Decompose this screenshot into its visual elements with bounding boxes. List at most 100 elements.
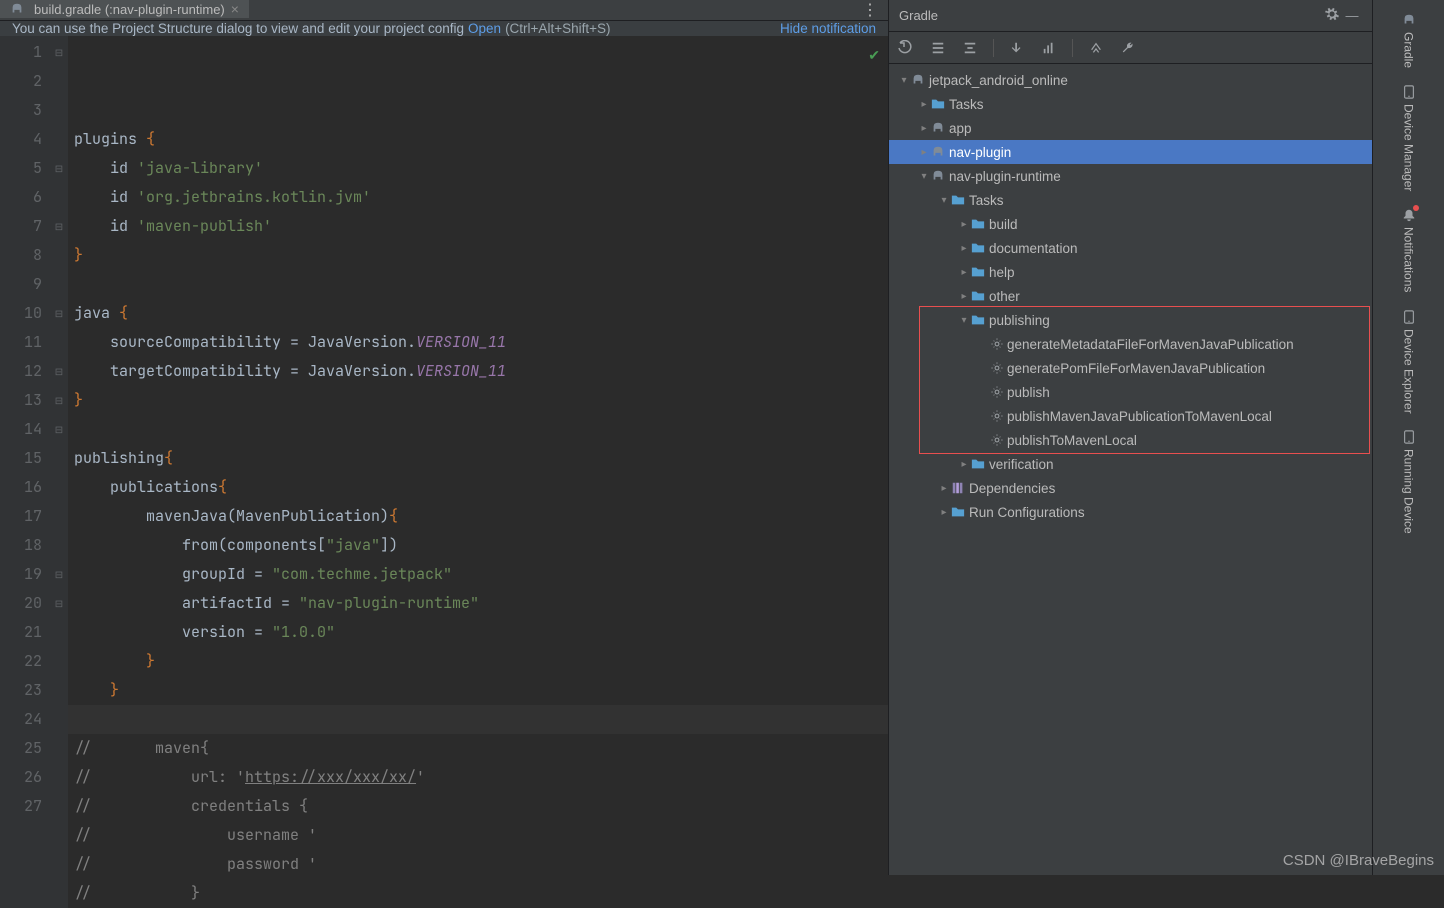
code-line[interactable]: sourceCompatibility = JavaVersion.VERSIO…: [74, 328, 888, 357]
gradle-tree-node[interactable]: ▸Dependencies: [889, 476, 1372, 500]
code-line[interactable]: // username ': [74, 821, 888, 850]
download-sources-icon[interactable]: [1008, 39, 1026, 57]
chevron-right-icon[interactable]: ▸: [957, 243, 971, 254]
code-line[interactable]: // }: [74, 879, 888, 908]
code-line[interactable]: // credentials {: [74, 792, 888, 821]
code-line[interactable]: // url: 'https://xxx/xxx/xx/': [74, 763, 888, 792]
gradle-task[interactable]: generatePomFileForMavenJavaPublication: [889, 356, 1372, 380]
code-line[interactable]: }: [74, 241, 888, 270]
analyzer-icon[interactable]: [1040, 39, 1058, 57]
chevron-right-icon[interactable]: ▸: [917, 123, 931, 134]
gradle-tree-node[interactable]: ▸app: [889, 116, 1372, 140]
gradle-tree-node[interactable]: ▾jetpack_android_online: [889, 68, 1372, 92]
code-line[interactable]: id 'org.jetbrains.kotlin.jvm': [74, 183, 888, 212]
code-line[interactable]: [74, 270, 888, 299]
tree-node-label: Run Configurations: [969, 505, 1085, 520]
tool-window-button-gradle[interactable]: Gradle: [1397, 4, 1421, 76]
code-line[interactable]: version = "1.0.0": [74, 618, 888, 647]
code-editor[interactable]: 1234567891011121314151617181920212223242…: [0, 36, 888, 908]
gear-icon: [991, 410, 1003, 422]
chevron-right-icon[interactable]: ▸: [937, 483, 951, 494]
tool-window-button-device-manager[interactable]: Device Manager: [1397, 76, 1421, 199]
gradle-task[interactable]: publishMavenJavaPublicationToMavenLocal: [889, 404, 1372, 428]
gradle-tree-node[interactable]: ▸Tasks: [889, 92, 1372, 116]
code-area[interactable]: ✔ plugins { id 'java-library' id 'org.je…: [68, 36, 888, 908]
gradle-tree-node[interactable]: ▸help: [889, 260, 1372, 284]
gradle-task[interactable]: publishToMavenLocal: [889, 428, 1372, 452]
code-line[interactable]: }: [74, 386, 888, 415]
code-line[interactable]: }: [74, 647, 888, 676]
code-line[interactable]: targetCompatibility = JavaVersion.VERSIO…: [74, 357, 888, 386]
chevron-right-icon[interactable]: ▸: [957, 459, 971, 470]
folder-icon: [971, 265, 985, 279]
collapse-all-icon[interactable]: [961, 39, 979, 57]
hide-notification-link[interactable]: Hide notification: [780, 21, 876, 36]
wrench-icon[interactable]: [1119, 39, 1137, 57]
code-line[interactable]: groupId = "com.techme.jetpack": [74, 560, 888, 589]
code-line[interactable]: publications{: [74, 473, 888, 502]
code-line[interactable]: from(components["java"]): [74, 531, 888, 560]
elephant-icon: [911, 73, 925, 87]
fold-gutter[interactable]: ⊟⊟⊟⊟⊟⊟⊟⊟⊟: [50, 36, 68, 908]
chevron-right-icon[interactable]: ▸: [937, 507, 951, 518]
gradle-tree-node[interactable]: ▸other: [889, 284, 1372, 308]
chevron-right-icon[interactable]: ▸: [957, 291, 971, 302]
editor-tab-bar: build.gradle (:nav-plugin-runtime) × ⋮: [0, 0, 888, 21]
gradle-task[interactable]: publish: [889, 380, 1372, 404]
editor-tab[interactable]: build.gradle (:nav-plugin-runtime) ×: [0, 0, 249, 20]
gradle-tree-node[interactable]: ▸documentation: [889, 236, 1372, 260]
chevron-down-icon[interactable]: ▾: [917, 171, 931, 182]
chevron-down-icon[interactable]: ▾: [937, 195, 951, 206]
open-project-structure-link[interactable]: Open: [468, 21, 501, 36]
tab-overflow-menu[interactable]: ⋮: [852, 0, 888, 20]
phone-icon: [1401, 309, 1417, 325]
gradle-tree-node[interactable]: ▸ Run Configurations: [889, 500, 1372, 524]
chevron-down-icon[interactable]: ▾: [957, 315, 971, 326]
offline-mode-icon[interactable]: [1087, 39, 1105, 57]
code-line[interactable]: publishing{: [74, 444, 888, 473]
elephant-icon: [931, 121, 945, 135]
chevron-right-icon[interactable]: ▸: [917, 99, 931, 110]
gear-icon[interactable]: [1322, 7, 1342, 24]
code-line[interactable]: id 'maven-publish': [74, 212, 888, 241]
minimize-icon[interactable]: —: [1342, 8, 1362, 23]
code-line[interactable]: artifactId = "nav-plugin-runtime": [74, 589, 888, 618]
line-number-gutter[interactable]: 1234567891011121314151617181920212223242…: [12, 36, 50, 908]
tree-node-label: publishToMavenLocal: [1007, 433, 1137, 448]
code-line[interactable]: // maven{: [74, 734, 888, 763]
editor-pane: build.gradle (:nav-plugin-runtime) × ⋮ Y…: [0, 0, 888, 875]
gradle-tree-node[interactable]: ▸nav-plugin: [889, 140, 1372, 164]
tool-window-button-notifications[interactable]: Notifications: [1397, 199, 1421, 300]
gradle-tree-node[interactable]: ▸build: [889, 212, 1372, 236]
folder-icon: [951, 193, 965, 207]
code-line[interactable]: plugins {: [74, 125, 888, 154]
gradle-tree-node[interactable]: ▾ nav-plugin-runtime: [889, 164, 1372, 188]
code-line[interactable]: java {: [74, 299, 888, 328]
chevron-right-icon[interactable]: ▸: [957, 219, 971, 230]
gradle-tree-node[interactable]: ▾Tasks: [889, 188, 1372, 212]
tool-window-button-device-explorer[interactable]: Device Explorer: [1397, 301, 1421, 422]
folder-icon: [951, 505, 965, 519]
gradle-tree[interactable]: ▾jetpack_android_online▸Tasks▸app▸nav-pl…: [889, 64, 1372, 875]
reload-icon[interactable]: [897, 39, 915, 57]
chevron-right-icon[interactable]: ▸: [917, 147, 931, 158]
open-shortcut: (Ctrl+Alt+Shift+S): [505, 21, 610, 36]
gradle-toolbar: [889, 32, 1372, 64]
chevron-down-icon[interactable]: ▾: [897, 75, 911, 86]
rail-label: Notifications: [1402, 227, 1416, 292]
code-line[interactable]: id 'java-library': [74, 154, 888, 183]
expand-all-icon[interactable]: [929, 39, 947, 57]
close-icon[interactable]: ×: [231, 1, 239, 17]
tree-node-label: nav-plugin-runtime: [949, 169, 1061, 184]
tool-window-button-running-device[interactable]: Running Device: [1397, 421, 1421, 542]
gradle-task[interactable]: generateMetadataFileForMavenJavaPublicat…: [889, 332, 1372, 356]
code-line[interactable]: [74, 415, 888, 444]
gradle-tree-node[interactable]: ▾publishing: [889, 308, 1372, 332]
inspection-ok-icon[interactable]: ✔: [868, 42, 880, 71]
rail-label: Device Explorer: [1402, 329, 1416, 414]
tree-node-label: publish: [1007, 385, 1050, 400]
gradle-tree-node[interactable]: ▸verification: [889, 452, 1372, 476]
code-line[interactable]: }: [74, 676, 888, 705]
code-line[interactable]: mavenJava(MavenPublication){: [74, 502, 888, 531]
chevron-right-icon[interactable]: ▸: [957, 267, 971, 278]
